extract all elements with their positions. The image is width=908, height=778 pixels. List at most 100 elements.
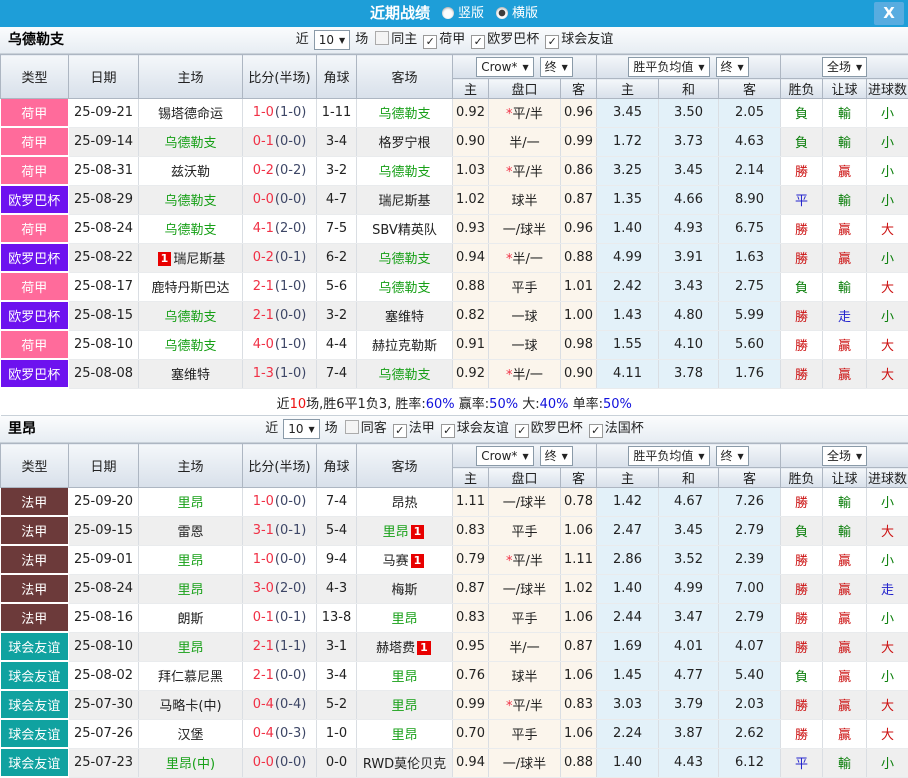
home-odds: 0.82 <box>453 301 489 330</box>
match-score: 1-0(0-0) <box>243 545 317 574</box>
league-checkbox[interactable]: ✓欧罗巴杯 <box>467 32 539 47</box>
period-select[interactable]: 全场 <box>822 446 867 466</box>
league-checkbox[interactable]: ✓法甲 <box>389 421 435 436</box>
match-row: 荷甲25-09-14乌德勒支0-1(0-0)3-4格罗宁根0.90半/一0.99… <box>1 127 908 156</box>
match-score: 4-1(2-0) <box>243 214 317 243</box>
col-header-away: 客场 <box>357 444 453 488</box>
match-date: 25-07-30 <box>69 690 139 719</box>
layout-radio-vertical[interactable]: 竖版 <box>442 6 484 21</box>
match-type-badge: 欧罗巴杯 <box>1 359 69 388</box>
match-row: 法甲25-09-15雷恩3-1(0-1)5-4里昂10.83平手1.062.47… <box>1 516 908 545</box>
halftime-score: (2-0) <box>275 581 306 596</box>
away-team-name-text: 乌德勒支 <box>378 368 430 383</box>
recent-count-select[interactable]: 10 <box>283 419 319 439</box>
fulltime-score: 3-0 <box>253 581 274 596</box>
home-team-name: 里昂 <box>139 488 243 517</box>
handicap-line: 一/球半 <box>489 748 561 777</box>
odds-time-select[interactable]: 终 <box>540 446 573 466</box>
odds-time-select[interactable]: 终 <box>540 57 573 77</box>
col-header-score: 比分(半场) <box>243 444 317 488</box>
fulltime-score: 1-0 <box>253 494 274 509</box>
wdl-result: 負 <box>781 661 823 690</box>
handicap-result: 贏 <box>823 690 867 719</box>
league-checkbox[interactable]: ✓法国杯 <box>585 421 644 436</box>
early-change-star: * <box>506 699 513 714</box>
away-team-name-text: 里昂 <box>391 670 417 685</box>
match-date: 25-08-02 <box>69 661 139 690</box>
handicap-line: 一/球半 <box>489 214 561 243</box>
avg-type-select[interactable]: 胜平负均值 <box>628 57 709 77</box>
fulltime-score: 2-1 <box>253 668 274 683</box>
match-type-badge: 荷甲 <box>1 99 69 128</box>
avg-away-odds: 6.75 <box>719 214 781 243</box>
avg-home-odds: 2.47 <box>597 516 659 545</box>
avg-time-select[interactable]: 终 <box>716 57 749 77</box>
recent-count-select[interactable]: 10 <box>314 30 350 50</box>
wdl-result: 負 <box>781 516 823 545</box>
league-filter-group: 同主✓荷甲✓欧罗巴杯✓球会友谊 <box>370 32 614 47</box>
col-header-handicap: 盘口 <box>489 468 561 488</box>
halftime-score: (1-0) <box>275 337 306 352</box>
close-button[interactable]: X <box>874 2 904 25</box>
same-side-checkbox[interactable]: 同主 <box>371 32 417 47</box>
league-checkbox[interactable]: ✓荷甲 <box>419 32 465 47</box>
same-side-checkbox[interactable]: 同客 <box>341 421 387 436</box>
matches-table-utrecht: 类型 日期 主场 比分(半场) 角球 客场 Crow*终 胜平负均值终 全场 主… <box>0 54 908 416</box>
home-team-name: 马略卡(中) <box>139 690 243 719</box>
col-header-handicap: 盘口 <box>489 79 561 99</box>
league-checkbox[interactable]: ✓欧罗巴杯 <box>511 421 583 436</box>
match-date: 25-08-10 <box>69 330 139 359</box>
result-group-header: 全场 <box>781 55 908 79</box>
avg-time-select[interactable]: 终 <box>716 446 749 466</box>
odds-company-select[interactable]: Crow* <box>476 57 533 77</box>
col-header-type: 类型 <box>1 55 69 99</box>
team-name: 乌德勒支 <box>8 27 64 53</box>
away-odds: 0.86 <box>561 156 597 185</box>
team-name: 里昂 <box>8 416 36 442</box>
handicap-line: *平/半 <box>489 545 561 574</box>
away-odds: 0.98 <box>561 330 597 359</box>
goals-result: 小 <box>867 661 908 690</box>
halftime-score: (0-1) <box>275 523 306 538</box>
home-team-name-text: 塞维特 <box>171 368 210 383</box>
handicap-line: 平手 <box>489 516 561 545</box>
avg-time-value: 终 <box>721 60 733 74</box>
corner-count: 3-4 <box>317 661 357 690</box>
period-select[interactable]: 全场 <box>822 57 867 77</box>
league-checkbox[interactable]: ✓球会友谊 <box>437 421 509 436</box>
match-score: 1-0(1-0) <box>243 99 317 128</box>
matches-table-lyon: 类型 日期 主场 比分(半场) 角球 客场 Crow*终 胜平负均值终 全场 主… <box>0 443 908 778</box>
avg-home-odds: 1.55 <box>597 330 659 359</box>
away-team-name: 乌德勒支 <box>357 243 453 272</box>
goals-result: 小 <box>867 603 908 632</box>
red-card-badge: 1 <box>158 252 172 266</box>
avg-away-odds: 5.99 <box>719 301 781 330</box>
fulltime-score: 2-1 <box>253 308 274 323</box>
home-odds: 0.93 <box>453 214 489 243</box>
avg-draw-odds: 3.78 <box>659 359 719 388</box>
league-checkbox[interactable]: ✓球会友谊 <box>541 32 613 47</box>
home-odds: 0.76 <box>453 661 489 690</box>
away-odds: 1.01 <box>561 272 597 301</box>
odds-company-select[interactable]: Crow* <box>476 446 533 466</box>
away-team-name: 昂热 <box>357 488 453 517</box>
handicap-result: 贏 <box>823 243 867 272</box>
match-score: 0-0(0-0) <box>243 185 317 214</box>
layout-radio-horizontal[interactable]: 横版 <box>496 6 538 21</box>
halftime-score: (0-0) <box>275 552 306 567</box>
fulltime-score: 0-2 <box>253 250 274 265</box>
away-team-name-text: SBV精英队 <box>372 223 437 238</box>
fulltime-score: 1-0 <box>253 552 274 567</box>
avg-draw-odds: 3.52 <box>659 545 719 574</box>
match-date: 25-08-31 <box>69 156 139 185</box>
avg-draw-odds: 3.43 <box>659 272 719 301</box>
radio-label: 竖版 <box>458 6 484 21</box>
home-odds: 1.11 <box>453 488 489 517</box>
match-type-badge: 法甲 <box>1 574 69 603</box>
handicap-line: 半/一 <box>489 632 561 661</box>
wdl-result: 負 <box>781 127 823 156</box>
avg-away-odds: 2.79 <box>719 603 781 632</box>
avg-type-select[interactable]: 胜平负均值 <box>628 446 709 466</box>
away-team-name-text: 昂热 <box>391 496 417 511</box>
match-score: 3-1(0-1) <box>243 516 317 545</box>
